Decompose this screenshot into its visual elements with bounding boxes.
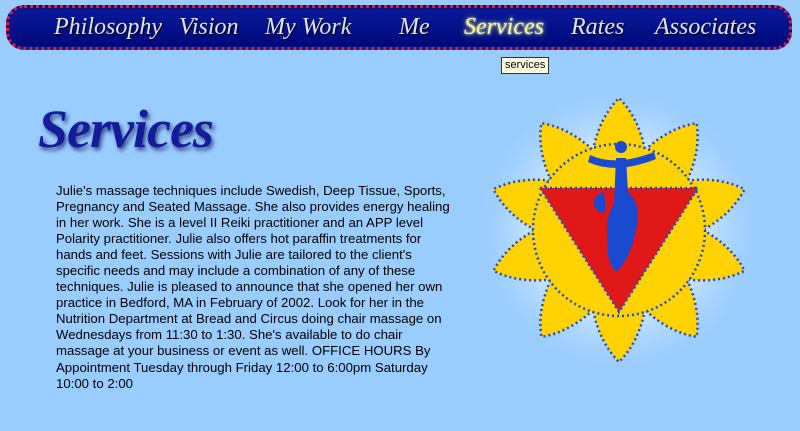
nav-services[interactable]: Services [464, 14, 544, 41]
services-description: Julie's massage techniques include Swedi… [56, 183, 450, 391]
nav-vision[interactable]: Vision [179, 14, 239, 41]
nav-me[interactable]: Me [399, 14, 430, 41]
nav-philosophy[interactable]: Philosophy [54, 14, 162, 41]
nav-rates[interactable]: Rates [571, 14, 624, 41]
tooltip: services [501, 57, 550, 74]
nav-my-work[interactable]: My Work [265, 14, 351, 41]
main-nav: Philosophy Vision My Work Me Services Ra… [6, 5, 792, 50]
nav-associates[interactable]: Associates [655, 14, 756, 41]
solar-plexus-chakra-icon [466, 92, 772, 368]
page-title: Services [38, 99, 214, 159]
